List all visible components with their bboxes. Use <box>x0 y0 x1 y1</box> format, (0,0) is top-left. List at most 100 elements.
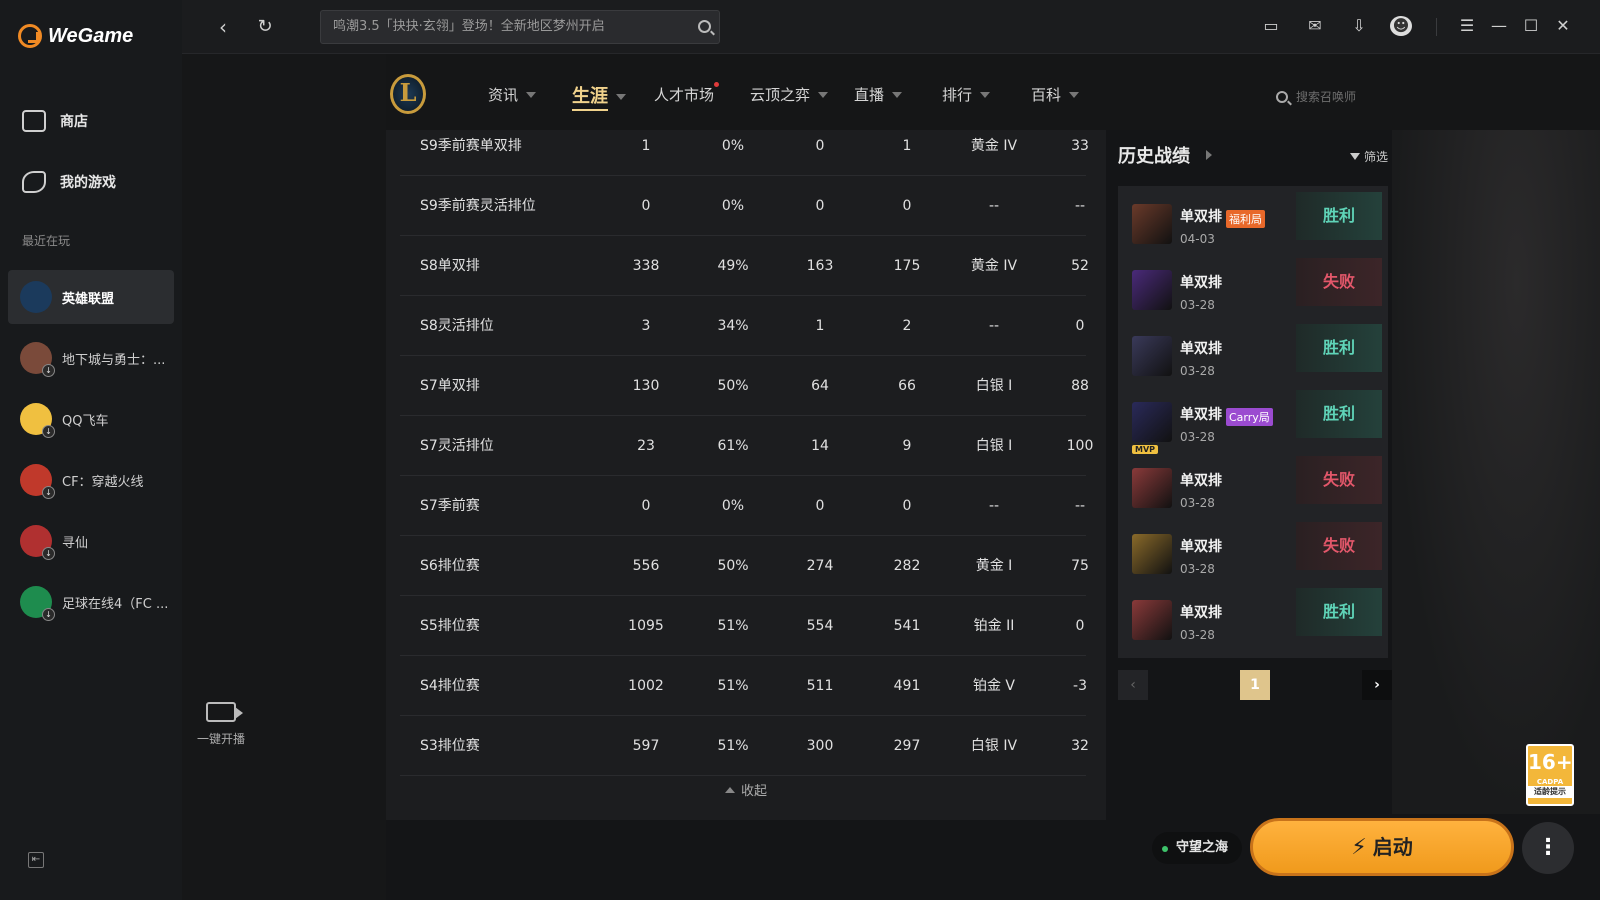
nav-my-games[interactable]: 我的游戏 <box>22 171 116 193</box>
download-badge-icon: ↓ <box>42 425 55 438</box>
table-cell: 75 <box>1071 558 1089 574</box>
match-item[interactable]: MVP 单双排 Carry局 03-28 胜利 <box>1124 390 1382 454</box>
lightning-icon: ⚡ <box>1351 835 1367 860</box>
table-cell: 100 <box>1066 438 1094 454</box>
sidebar-game-item[interactable]: ↓ 地下城与勇士：... <box>8 331 174 385</box>
global-search-text: 鸣潮3.5「抉抉·玄翎」登场！全新地区梦州开启 <box>333 19 605 34</box>
background-art <box>1392 54 1600 814</box>
age-rating-label: 适龄提示 <box>1528 786 1572 798</box>
table-cell: 3 <box>641 318 651 334</box>
sidebar-game-item[interactable]: ↓ CF：穿越火线 <box>8 453 174 507</box>
game-tab[interactable]: 资讯 <box>488 84 537 105</box>
table-cell: 黄金 IV <box>970 258 1018 274</box>
game-icon: ↓ <box>20 342 55 377</box>
table-cell: 2 <box>902 318 912 334</box>
server-selector[interactable]: 守望之海 <box>1152 832 1243 864</box>
collapse-button[interactable]: 收起 <box>386 780 1106 799</box>
user-avatar-icon[interactable]: ☻ <box>1390 16 1412 36</box>
sidebar-game-item[interactable]: 英雄联盟 <box>8 270 174 324</box>
match-result: 胜利 <box>1296 390 1382 438</box>
table-cell: 1 <box>815 318 825 334</box>
game-label: CF：穿越火线 <box>62 474 144 490</box>
wegame-logo[interactable]: WeGame <box>18 24 133 48</box>
table-cell: 50% <box>717 558 749 574</box>
search-icon[interactable] <box>698 20 711 33</box>
prev-page-button[interactable]: ‹ <box>1118 670 1148 700</box>
download-icon[interactable]: ⇩ <box>1348 16 1370 36</box>
table-cell: 163 <box>806 258 834 274</box>
chevron-right-icon[interactable] <box>1206 150 1212 160</box>
close-icon[interactable]: ✕ <box>1552 16 1574 36</box>
table-row: S7灵活排位 23 61% 14 9 白银 I 100 <box>400 416 1093 476</box>
chevron-down-icon <box>616 93 626 100</box>
match-item[interactable]: 单双排 03-28 胜利 <box>1124 324 1382 384</box>
sidebar-game-item[interactable]: ↓ 寻仙 <box>8 514 174 568</box>
table-cell: 9 <box>902 438 912 454</box>
match-result: 失败 <box>1296 258 1382 306</box>
chat-icon[interactable]: ▭ <box>1260 16 1282 36</box>
sidebar-game-item[interactable]: ↓ QQ飞车 <box>8 392 174 446</box>
match-item[interactable]: 单双排 03-28 失败 <box>1124 522 1382 582</box>
match-item[interactable]: 单双排 03-28 失败 <box>1124 456 1382 516</box>
left-column: 一键开播 <box>182 54 386 900</box>
game-icon: ↓ <box>20 525 55 560</box>
game-tab[interactable]: 排行 <box>942 84 991 105</box>
sidebar-game-item[interactable]: ↓ 足球在线4（FC ... <box>8 575 174 629</box>
match-result: 失败 <box>1296 456 1382 504</box>
chevron-up-icon <box>724 786 735 793</box>
refresh-icon[interactable]: ↻ <box>252 14 278 40</box>
match-item[interactable]: 单双排 03-28 失败 <box>1124 258 1382 318</box>
match-date: 03-28 <box>1180 496 1215 510</box>
table-cell: 61% <box>717 438 749 454</box>
table-cell: 0 <box>641 198 651 214</box>
table-row: S9季前赛灵活排位 0 0% 0 0 -- -- <box>400 176 1086 236</box>
table-cell: 白银 I <box>975 438 1013 454</box>
nav-shop[interactable]: 商店 <box>22 110 88 132</box>
table-cell: 297 <box>893 738 921 754</box>
table-row: S4排位赛 1002 51% 511 491 铂金 V -3 <box>400 656 1087 716</box>
match-tag: Carry局 <box>1226 408 1273 426</box>
match-item[interactable]: 单双排 福利局 04-03 胜利 <box>1124 192 1382 252</box>
download-badge-icon: ↓ <box>42 486 55 499</box>
filter-button[interactable]: 筛选 <box>1349 148 1388 165</box>
age-rating-cadpa: CADPA <box>1536 778 1564 786</box>
maximize-icon[interactable]: ☐ <box>1520 16 1542 36</box>
game-tab[interactable]: 云顶之弈 <box>750 84 829 105</box>
collapse-sidebar-icon[interactable]: ⇤ <box>28 852 44 868</box>
champion-avatar <box>1132 336 1172 376</box>
match-mode: 单双排 <box>1180 407 1222 423</box>
match-date: 03-28 <box>1180 562 1215 576</box>
match-history-title[interactable]: 历史战绩 <box>1118 142 1190 168</box>
one-click-live-label: 一键开播 <box>196 732 245 746</box>
summoner-search-input[interactable]: 搜索召唤师 <box>1276 88 1356 105</box>
filter-icon <box>1349 153 1360 160</box>
table-cell: 1002 <box>628 678 664 694</box>
game-tab[interactable]: 百科 <box>1031 84 1080 105</box>
lol-logo[interactable]: L <box>390 74 426 114</box>
game-tab-label: 资讯 <box>488 86 519 104</box>
minimize-icon[interactable]: — <box>1488 16 1510 36</box>
chevron-down-icon <box>818 91 829 98</box>
nav-shop-label: 商店 <box>60 114 88 130</box>
game-tab[interactable]: 直播 <box>854 84 903 105</box>
launch-button[interactable]: ⚡ 启动 <box>1250 818 1514 876</box>
page-number[interactable]: 1 <box>1240 670 1270 700</box>
menu-icon[interactable]: ☰ <box>1456 16 1478 36</box>
global-search-input[interactable]: 鸣潮3.5「抉抉·玄翎」登场！全新地区梦州开启 <box>320 10 720 44</box>
table-cell: 51% <box>717 618 749 634</box>
table-cell: S8灵活排位 <box>420 318 494 334</box>
match-item[interactable]: 单双排 03-28 胜利 <box>1124 588 1382 648</box>
game-tab[interactable]: 生涯 <box>572 82 626 111</box>
game-tab[interactable]: 人才市场 <box>654 82 720 105</box>
mail-icon[interactable]: ✉ <box>1304 16 1326 36</box>
next-page-button[interactable]: › <box>1362 670 1392 700</box>
table-cell: 556 <box>632 558 660 574</box>
one-click-live-button[interactable]: 一键开播 <box>190 702 252 747</box>
topbar-separator <box>1436 18 1437 36</box>
table-cell: 34% <box>717 318 749 334</box>
match-mode: 单双排 <box>1180 539 1222 555</box>
more-options-button[interactable]: ⋮ <box>1522 822 1574 874</box>
game-tab-label: 人才市场 <box>654 82 720 105</box>
back-icon[interactable]: ‹ <box>210 14 236 40</box>
table-cell: 1 <box>641 138 651 154</box>
